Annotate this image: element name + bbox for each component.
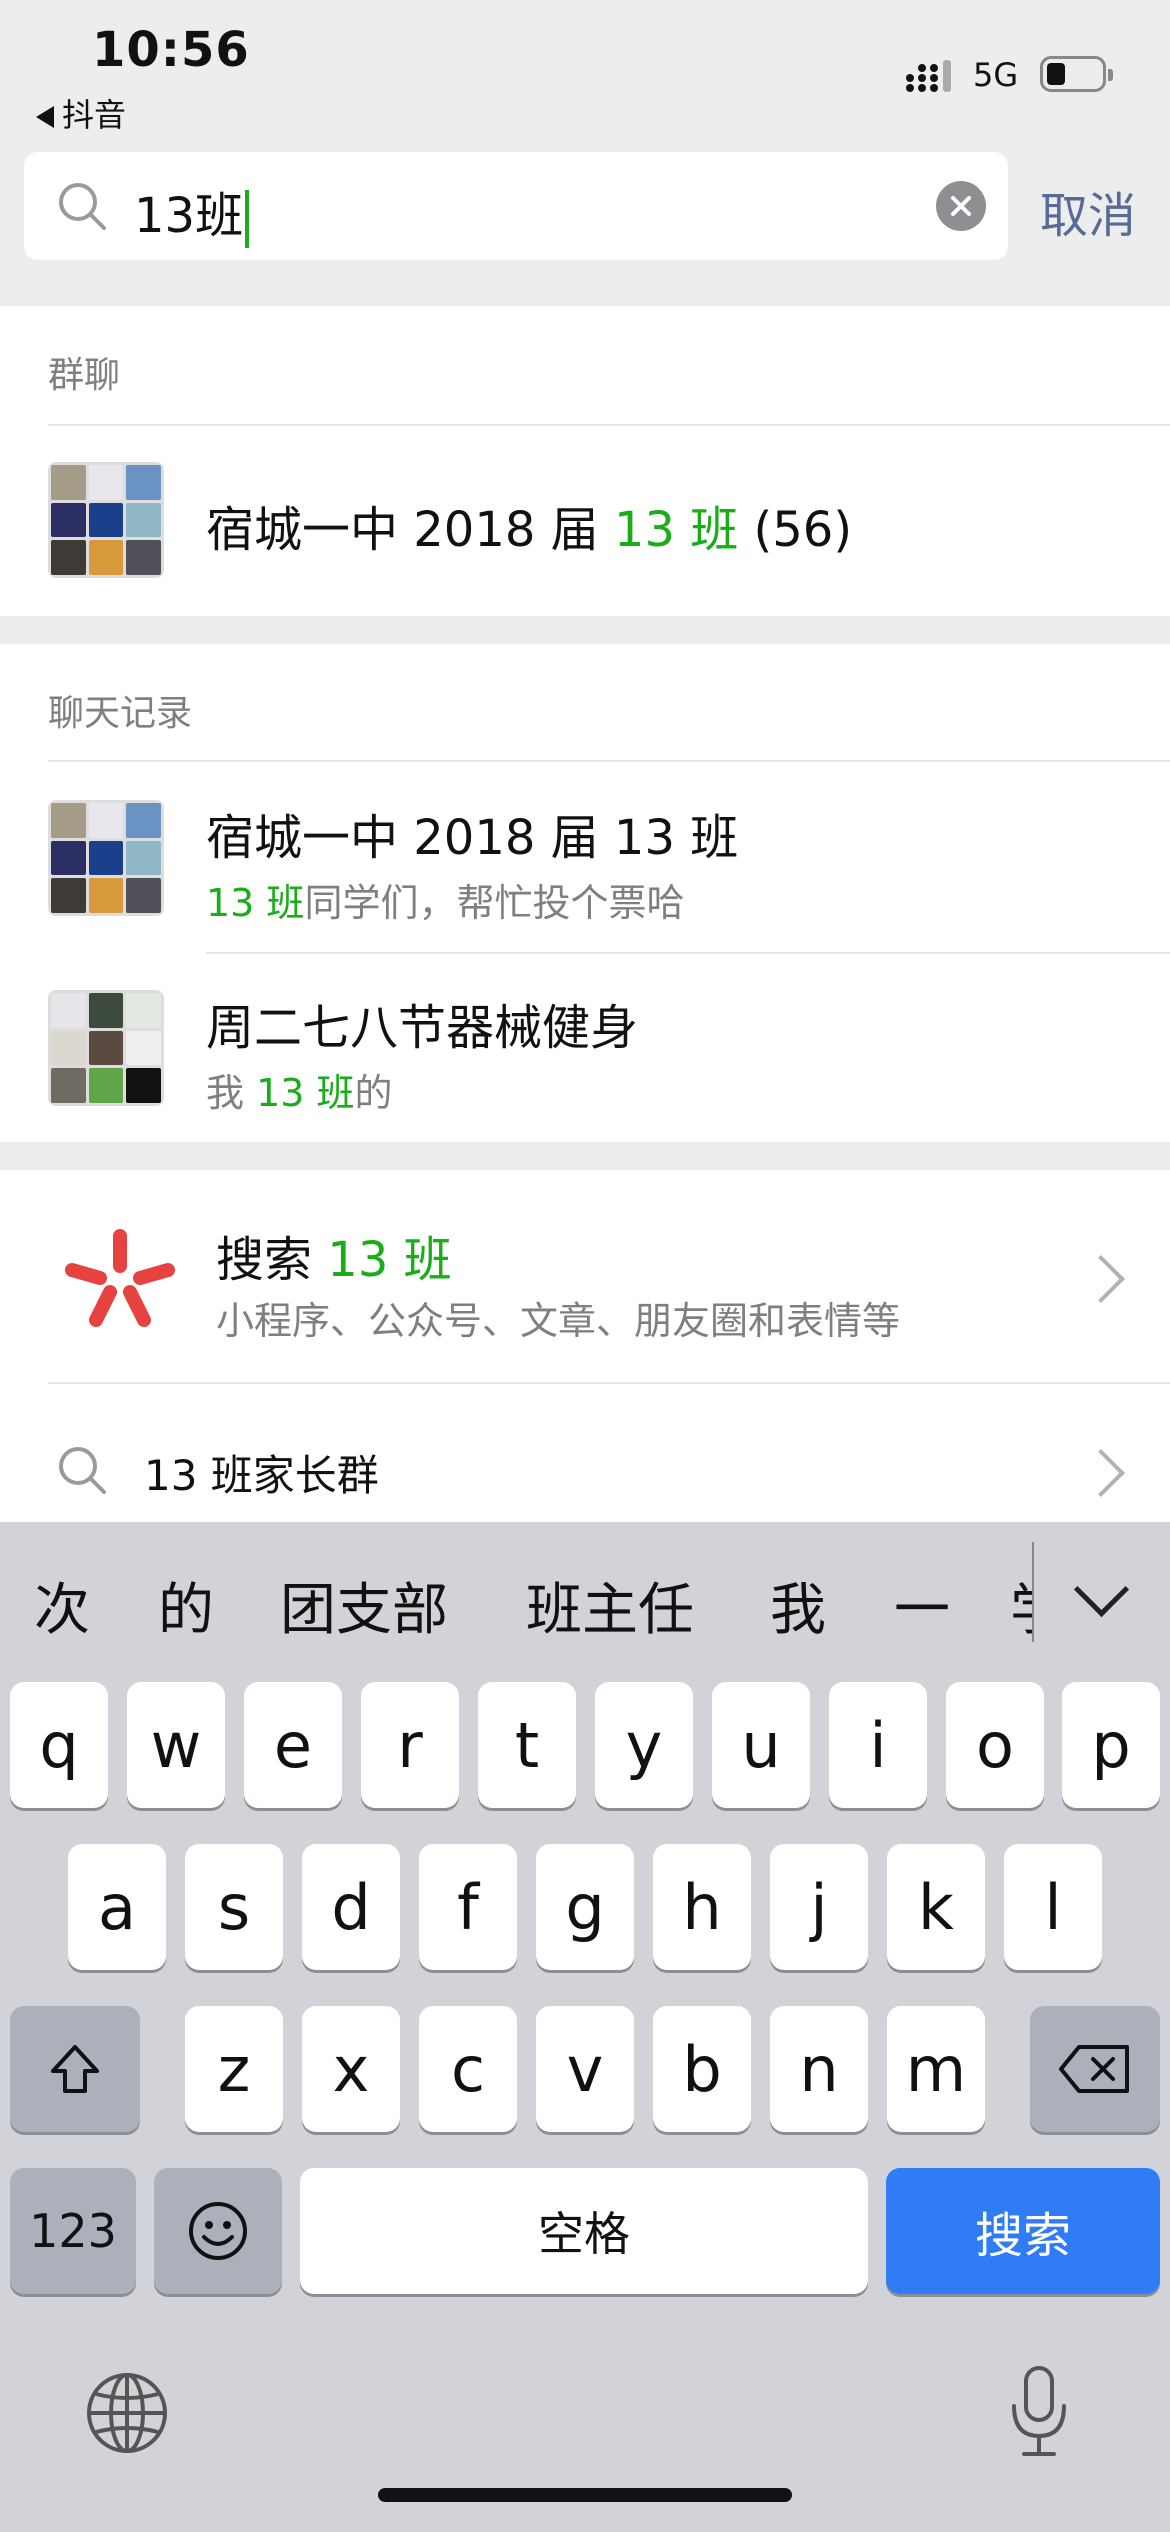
globe-icon[interactable]	[82, 2368, 172, 2458]
candidate-word[interactable]: 我	[770, 1565, 826, 1646]
key-o[interactable]: o	[946, 1682, 1044, 1808]
search-query-value: 13班	[134, 188, 244, 244]
key-x[interactable]: x	[302, 2006, 400, 2132]
key-y[interactable]: y	[595, 1682, 693, 1808]
key-p[interactable]: p	[1062, 1682, 1160, 1808]
search-query-text[interactable]: 13班	[134, 176, 250, 248]
microphone-icon[interactable]	[1004, 2362, 1074, 2462]
key-s[interactable]: s	[185, 1844, 283, 1970]
search-everything-subtitle: 小程序、公众号、文章、朋友圈和表情等	[216, 1299, 901, 1343]
key-e[interactable]: e	[244, 1682, 342, 1808]
cancel-button[interactable]: 取消	[1040, 176, 1136, 246]
cellular-signal-icon	[906, 60, 951, 92]
shift-key[interactable]	[10, 2006, 140, 2132]
candidate-word[interactable]: 一	[894, 1565, 950, 1646]
text-caret	[245, 190, 250, 248]
key-b[interactable]: b	[653, 2006, 751, 2132]
key-a[interactable]: a	[68, 1844, 166, 1970]
section-label-chat-records: 聊天记录	[48, 693, 193, 734]
back-to-app-button[interactable]: 抖音	[36, 90, 126, 136]
backspace-icon	[1059, 2045, 1129, 2093]
battery-icon	[1040, 56, 1113, 92]
chat-record-name: 周二七八节器械健身	[206, 1000, 639, 1056]
key-v[interactable]: v	[536, 2006, 634, 2132]
key-j[interactable]: j	[770, 1844, 868, 1970]
home-indicator	[378, 2488, 792, 2502]
candidate-word[interactable]: 的	[158, 1565, 214, 1646]
backspace-key[interactable]	[1030, 2006, 1160, 2132]
key-n[interactable]: n	[770, 2006, 868, 2132]
chat-record-snippet: 我 13 班的	[206, 1071, 393, 1115]
key-w[interactable]: w	[127, 1682, 225, 1808]
space-key[interactable]: 空格	[300, 2168, 868, 2294]
key-c[interactable]: c	[419, 2006, 517, 2132]
chat-record-name: 宿城一中 2018 届 13 班	[206, 810, 739, 866]
search-brand-icon	[65, 1229, 175, 1327]
group-chat-name: 宿城一中 2018 届 13 班 (56)	[206, 502, 853, 558]
candidate-separator	[1032, 1542, 1034, 1642]
group-avatar	[48, 462, 164, 578]
key-r[interactable]: r	[361, 1682, 459, 1808]
key-d[interactable]: d	[302, 1844, 400, 1970]
network-type: 5G	[973, 56, 1019, 94]
search-icon	[59, 1447, 106, 1494]
candidate-word[interactable]: 学	[1010, 1565, 1032, 1646]
chat-avatar	[48, 800, 164, 916]
key-f[interactable]: f	[419, 1844, 517, 1970]
chat-avatar	[48, 990, 164, 1106]
clear-input-icon[interactable]	[936, 181, 986, 231]
shift-icon	[51, 2045, 99, 2093]
candidate-word[interactable]: 班主任	[526, 1565, 694, 1646]
candidate-word[interactable]: 次	[34, 1565, 90, 1646]
search-everything-title: 搜索 13 班	[216, 1232, 452, 1288]
key-t[interactable]: t	[478, 1682, 576, 1808]
key-k[interactable]: k	[887, 1844, 985, 1970]
emoji-key[interactable]	[154, 2168, 282, 2294]
key-q[interactable]: q	[10, 1682, 108, 1808]
key-u[interactable]: u	[712, 1682, 810, 1808]
back-app-label: 抖音	[62, 96, 127, 134]
search-submit-key[interactable]: 搜索	[886, 2168, 1160, 2294]
search-icon	[59, 183, 106, 230]
candidate-word[interactable]: 团支部	[280, 1565, 448, 1646]
key-l[interactable]: l	[1004, 1844, 1102, 1970]
key-g[interactable]: g	[536, 1844, 634, 1970]
numbers-key[interactable]: 123	[10, 2168, 136, 2294]
key-z[interactable]: z	[185, 2006, 283, 2132]
emoji-icon	[189, 2202, 247, 2260]
key-i[interactable]: i	[829, 1682, 927, 1808]
status-time: 10:56	[92, 22, 250, 78]
key-h[interactable]: h	[653, 1844, 751, 1970]
back-arrow-icon	[36, 106, 54, 128]
suggestion-text: 13 班家长群	[144, 1451, 379, 1500]
section-label-group-chats: 群聊	[48, 355, 121, 396]
chat-record-snippet: 13 班同学们，帮忙投个票哈	[206, 881, 685, 925]
key-m[interactable]: m	[887, 2006, 985, 2132]
